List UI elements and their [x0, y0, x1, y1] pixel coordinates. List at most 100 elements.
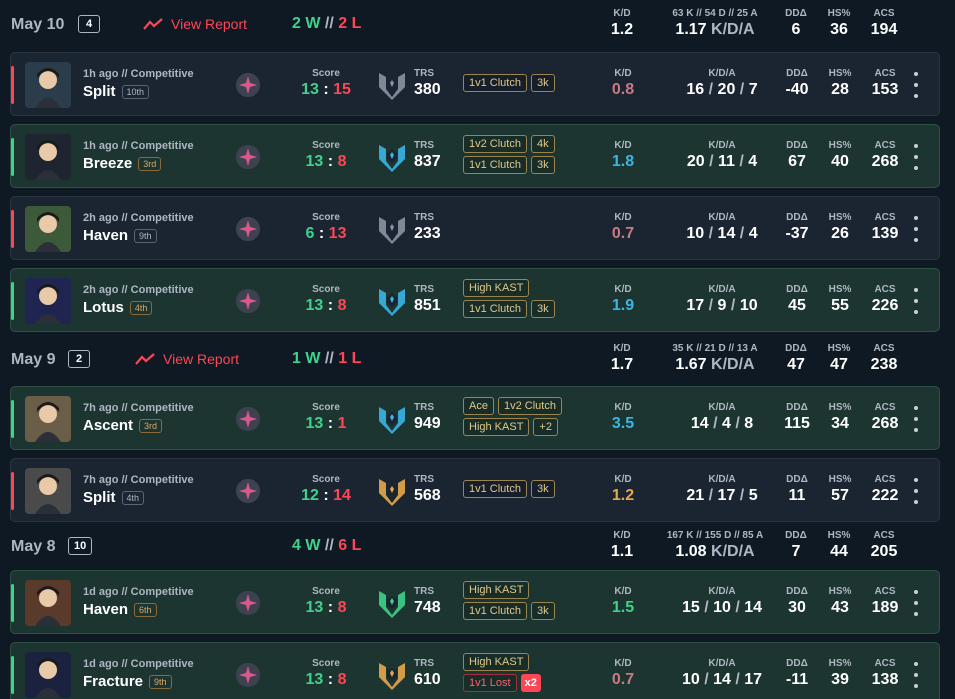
slash: /: [704, 671, 709, 688]
damage-delta-label: DDΔ: [786, 284, 808, 295]
achievement-badges: 1v1 Clutch 3k: [463, 480, 555, 498]
match-meta: 1h ago // Competitive: [83, 140, 194, 152]
score-label: Score: [312, 284, 340, 295]
match-card[interactable]: 7h ago // Competitive Ascent 3rd Score 13 : …: [10, 386, 940, 450]
wins: 1 W: [292, 350, 321, 367]
kda-label: K/D/A: [708, 586, 736, 597]
match-card[interactable]: 2h ago // Competitive Lotus 4th Score 13 : 8…: [10, 268, 940, 332]
match-kda: K/D/A 17 / 9 / 10: [663, 284, 781, 315]
achievement-badge: 1v1 Clutch: [463, 602, 527, 620]
score-label: Score: [312, 140, 340, 151]
result-indicator: [11, 66, 14, 104]
headshot-percent-label: HS%: [828, 402, 852, 413]
map-name: Haven: [83, 601, 129, 618]
match-card[interactable]: 1h ago // Competitive Split 10th Score 13 : …: [10, 52, 940, 116]
placement-badge: 6th: [134, 602, 157, 617]
more-options-icon[interactable]: [911, 590, 921, 616]
day-header: May 8 10 4 W // 6 L K/D 1.1 167 K // 155 D //…: [0, 522, 955, 566]
match-kda: K/D/A 16 / 20 / 7: [663, 68, 781, 99]
acs-value: 268: [871, 415, 899, 432]
day-acs-label: ACS: [873, 343, 895, 354]
day-dd-value: 7: [791, 543, 801, 560]
achievement-badge: High KAST: [463, 581, 530, 599]
match-card[interactable]: 2h ago // Competitive Haven 9th Score 6 : 13…: [10, 196, 940, 260]
slash: /: [708, 297, 714, 314]
assists: 7: [748, 81, 758, 98]
match-kda: K/D/A 15 / 10 / 14: [663, 586, 781, 617]
more-options-icon[interactable]: [911, 478, 921, 504]
more-options-icon[interactable]: [911, 72, 921, 98]
score-colon: :: [327, 297, 334, 314]
day-acs: ACS 238: [864, 343, 904, 374]
kda-unit: K/D/A: [711, 543, 755, 560]
match-headshot-percent: HS% 55: [821, 284, 859, 315]
match-card[interactable]: 1d ago // Competitive Haven 6th Score 13 : 8…: [10, 570, 940, 634]
damage-delta-value: -11: [785, 671, 809, 688]
view-report-link[interactable]: View Report: [135, 351, 239, 367]
more-options-icon[interactable]: [911, 216, 921, 242]
match-kda: K/D/A 14 / 4 / 8: [663, 402, 781, 433]
day-date: May 10: [11, 16, 65, 33]
day-dd: DDΔ 7: [776, 530, 816, 561]
acs-label: ACS: [874, 586, 896, 597]
achievement-badge: 1v1 Lost: [463, 674, 517, 692]
slash: /: [730, 297, 736, 314]
kda-unit: K/D/A: [711, 356, 755, 373]
placement-badge: 4th: [129, 300, 153, 315]
match-acs: ACS 138: [865, 658, 905, 689]
more-options-icon[interactable]: [911, 662, 921, 688]
headshot-percent-value: 43: [831, 599, 849, 616]
achievement-badge: x2: [520, 674, 541, 692]
day-hs-label: HS%: [827, 343, 851, 354]
score-team: 13: [305, 153, 324, 170]
day-dd-value: 6: [791, 21, 801, 38]
kd-label: K/D: [614, 474, 632, 485]
deaths: 9: [717, 297, 727, 314]
day-hs: HS% 44: [820, 530, 858, 561]
match-score: Score 12 : 14: [291, 474, 361, 505]
losses: 6 L: [338, 537, 362, 554]
acs-label: ACS: [874, 212, 896, 223]
match-kd: K/D 0.7: [601, 212, 645, 243]
match-kd: K/D 1.9: [601, 284, 645, 315]
view-report-link[interactable]: View Report: [143, 16, 247, 32]
trs-tier-icon: [377, 213, 407, 245]
losses: 2 L: [338, 15, 362, 32]
placement-badge: 9th: [149, 674, 172, 689]
day-hs-value: 44: [830, 543, 848, 560]
more-options-icon[interactable]: [911, 288, 921, 314]
match-damage-delta: DDΔ 45: [777, 284, 817, 315]
slash: /: [708, 81, 714, 98]
trs-score: TRS 851: [414, 284, 441, 315]
more-options-icon[interactable]: [911, 406, 921, 432]
trs-value: 610: [414, 671, 441, 688]
more-options-icon[interactable]: [911, 144, 921, 170]
day-header: May 9 2 View Report 1 W // 1 L K/D 1.7 35 K //…: [0, 335, 955, 379]
match-card[interactable]: 1d ago // Competitive Fracture 9th Score 13 …: [10, 642, 940, 699]
kda-unit: K/D/A: [711, 21, 755, 38]
trs-value: 748: [414, 599, 441, 616]
match-card[interactable]: 1h ago // Competitive Breeze 3rd Score 13 : …: [10, 124, 940, 188]
kd-label: K/D: [614, 586, 632, 597]
match-card[interactable]: 7h ago // Competitive Split 4th Score 12 : 1…: [10, 458, 940, 522]
slash: /: [735, 415, 740, 432]
match-damage-delta: DDΔ 30: [777, 586, 817, 617]
agent-portrait: [25, 396, 71, 442]
achievement-badges: 1v2 Clutch 4k 1v1 Clutch 3k: [463, 135, 555, 174]
kd-value: 3.5: [611, 415, 635, 432]
acs-label: ACS: [874, 68, 896, 79]
separator: //: [324, 15, 334, 32]
headshot-percent-value: 55: [831, 297, 849, 314]
match-kd: K/D 0.7: [601, 658, 645, 689]
agent-portrait: [25, 134, 71, 180]
match-damage-delta: DDΔ 67: [777, 140, 817, 171]
agent-portrait: [25, 278, 71, 324]
day-hs-label: HS%: [827, 530, 851, 541]
match-acs: ACS 139: [865, 212, 905, 243]
achievement-badge: Ace: [463, 397, 494, 415]
score-team: 13: [301, 81, 319, 98]
headshot-percent-value: 39: [831, 671, 849, 688]
match-headshot-percent: HS% 57: [821, 474, 859, 505]
achievement-badge: +2: [533, 418, 558, 436]
map-row: Split 4th: [83, 489, 145, 506]
